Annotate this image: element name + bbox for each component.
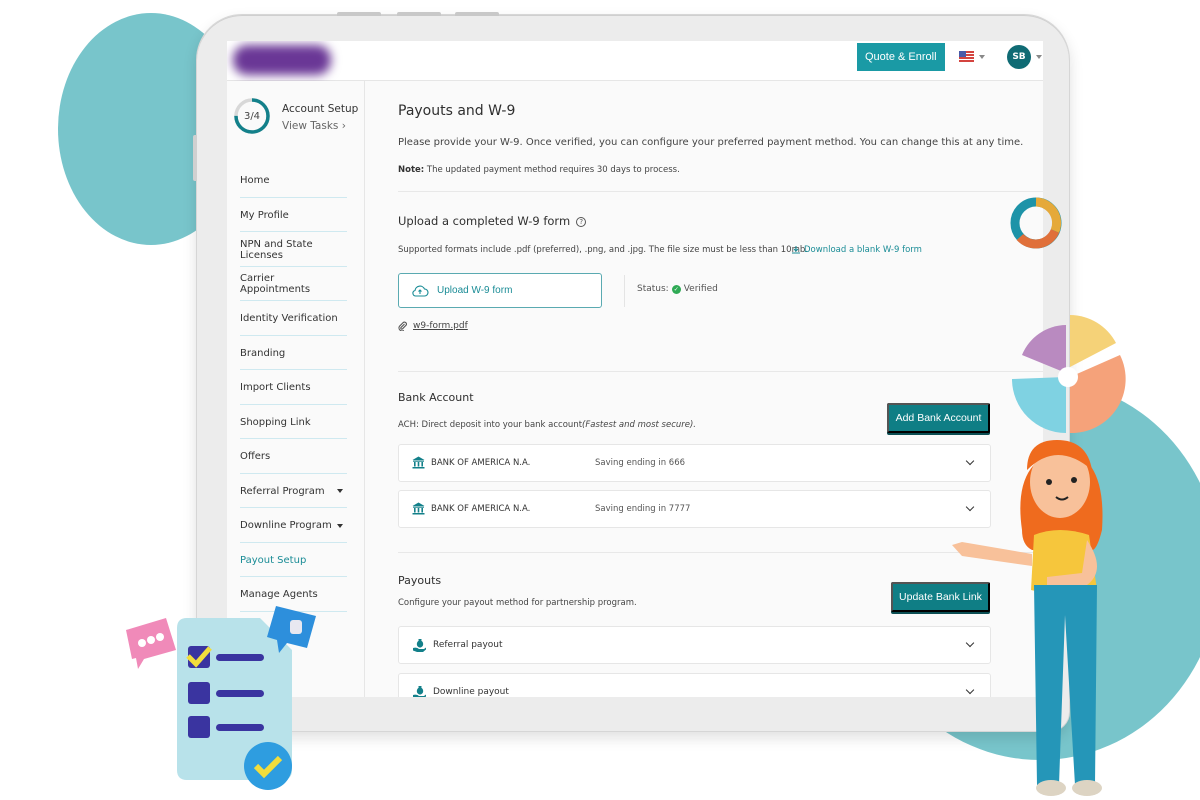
user-menu-caret-icon[interactable] — [1036, 55, 1042, 59]
sidebar-item-label: Home — [240, 175, 270, 187]
tablet-hardware-button — [337, 12, 381, 16]
status-label: Status: — [637, 284, 669, 294]
sidebar-item-shopping-link[interactable]: Shopping Link — [240, 405, 347, 439]
sidebar-nav: Home My Profile NPN and State Licenses Carr… — [240, 163, 347, 612]
sidebar-item-offers[interactable]: Offers — [240, 439, 347, 474]
sidebar-item-label: Import Clients — [240, 382, 311, 394]
user-avatar[interactable]: SB — [1007, 45, 1031, 69]
brand-logo-redacted — [233, 45, 331, 75]
section-divider — [398, 371, 1043, 372]
top-bar: Quote & Enroll SB — [227, 41, 1043, 81]
upload-w9-button[interactable]: Upload W-9 form — [398, 273, 602, 308]
note-text: Note: The updated payment method require… — [398, 165, 680, 175]
bank-icon — [412, 456, 425, 469]
note-body: The updated payment method requires 30 d… — [424, 165, 680, 175]
sidebar-item-branding[interactable]: Branding — [240, 336, 347, 370]
sidebar-item-home[interactable]: Home — [240, 163, 347, 198]
sidebar-item-identity-verification[interactable]: Identity Verification — [240, 301, 347, 336]
payout-label: Downline payout — [433, 687, 509, 697]
money-bag-hand-icon — [413, 639, 426, 652]
setup-progress-label: 3/4 — [243, 110, 261, 122]
locale-dropdown-caret-icon[interactable] — [979, 55, 985, 59]
payout-row[interactable]: Downline payout — [398, 673, 991, 697]
bank-account-row[interactable]: BANK OF AMERICA N.A. Saving ending in 777… — [398, 490, 991, 528]
uploaded-file[interactable]: w9-form.pdf — [398, 321, 468, 331]
account-detail: Saving ending in 7777 — [595, 504, 691, 514]
sidebar-item-label: NPN and State Licenses — [240, 238, 313, 261]
payouts-section-description: Configure your payout method for partner… — [398, 598, 637, 608]
cloud-upload-icon — [412, 285, 429, 297]
account-setup-title: Account Setup — [282, 103, 359, 115]
dropdown-caret-icon[interactable] — [337, 489, 343, 494]
upload-button-label: Upload W-9 form — [437, 285, 513, 296]
sidebar-item-referral-program[interactable]: Referral Program — [240, 474, 347, 508]
sidebar-item-label: My Profile — [240, 209, 289, 221]
sidebar-item-my-profile[interactable]: My Profile — [240, 198, 347, 232]
account-detail: Saving ending in 666 — [595, 458, 686, 468]
paperclip-icon — [398, 321, 407, 331]
sidebar-item-npn-and-state-licenses[interactable]: NPN and State Licenses — [240, 232, 347, 267]
section-divider — [398, 191, 1043, 192]
tablet-side-button — [193, 135, 197, 181]
dropdown-caret-icon[interactable] — [337, 523, 343, 528]
bank-section-description: ACH: Direct deposit into your bank accou… — [398, 420, 696, 430]
bank-account-row[interactable]: BANK OF AMERICA N.A. Saving ending in 666 — [398, 444, 991, 482]
quote-enroll-button[interactable]: Quote & Enroll — [857, 43, 945, 71]
download-link-label: Download a blank W-9 form — [804, 245, 922, 255]
bank-name: BANK OF AMERICA N.A. — [431, 458, 531, 468]
tablet-hardware-button — [455, 12, 499, 16]
w9-status: Status: ✓ Verified — [637, 284, 718, 294]
sidebar-item-payout-setup[interactable]: Payout Setup — [240, 543, 347, 577]
upload-section-title-text: Upload a completed W-9 form — [398, 214, 571, 228]
section-divider — [398, 552, 1043, 553]
sidebar-item-label: Identity Verification — [240, 313, 338, 325]
bank-icon — [412, 502, 425, 515]
sidebar-item-label: Downline Program — [240, 520, 332, 532]
sidebar-item-downline-program[interactable]: Downline Program — [240, 508, 347, 543]
woman-character-illustration — [952, 440, 1103, 796]
checklist-document-illustration — [126, 606, 316, 790]
verified-check-icon: ✓ — [671, 284, 681, 294]
view-tasks-link[interactable]: View Tasks › — [282, 120, 346, 132]
donut-chart-illustration — [1010, 197, 1062, 249]
bank-description-text: ACH: Direct deposit into your bank accou… — [398, 420, 583, 430]
bank-section-title: Bank Account — [398, 391, 474, 404]
sidebar-item-label: Referral Program — [240, 485, 325, 497]
sidebar-item-label: Carrier Appointments — [240, 273, 311, 296]
sidebar-item-label: Branding — [240, 347, 286, 359]
help-icon[interactable]: ? — [576, 217, 587, 227]
intro-text: Please provide your W-9. Once verified, … — [398, 137, 1024, 148]
tablet-hardware-button — [397, 12, 441, 16]
sidebar-item-import-clients[interactable]: Import Clients — [240, 370, 347, 405]
sidebar-item-carrier-appointments[interactable]: Carrier Appointments — [240, 267, 347, 301]
app-screen: Quote & Enroll SB 3/4 Account Setup View… — [227, 41, 1043, 697]
note-label: Note: — [398, 165, 425, 175]
sidebar-item-label: Payout Setup — [240, 554, 307, 566]
vertical-divider — [624, 275, 625, 307]
page-title: Payouts and W-9 — [398, 103, 516, 119]
supported-formats-text: Supported formats include .pdf (preferre… — [398, 245, 808, 255]
payout-row[interactable]: Referral payout — [398, 626, 991, 664]
us-flag-icon[interactable] — [959, 51, 974, 62]
upload-section-title: Upload a completed W-9 form? — [398, 214, 587, 228]
payout-label: Referral payout — [433, 640, 503, 650]
download-icon — [792, 246, 800, 254]
sidebar-item-label: Offers — [240, 451, 271, 463]
payouts-section-title: Payouts — [398, 574, 442, 587]
bank-name: BANK OF AMERICA N.A. — [431, 504, 531, 514]
money-bag-hand-icon — [413, 686, 426, 697]
download-blank-w9-link[interactable]: Download a blank W-9 form — [791, 245, 922, 255]
sidebar-item-label: Shopping Link — [240, 416, 311, 428]
bank-description-italic: (Fastest and most secure). — [582, 420, 697, 430]
status-value: Verified — [683, 284, 718, 294]
uploaded-file-name[interactable]: w9-form.pdf — [413, 321, 468, 331]
